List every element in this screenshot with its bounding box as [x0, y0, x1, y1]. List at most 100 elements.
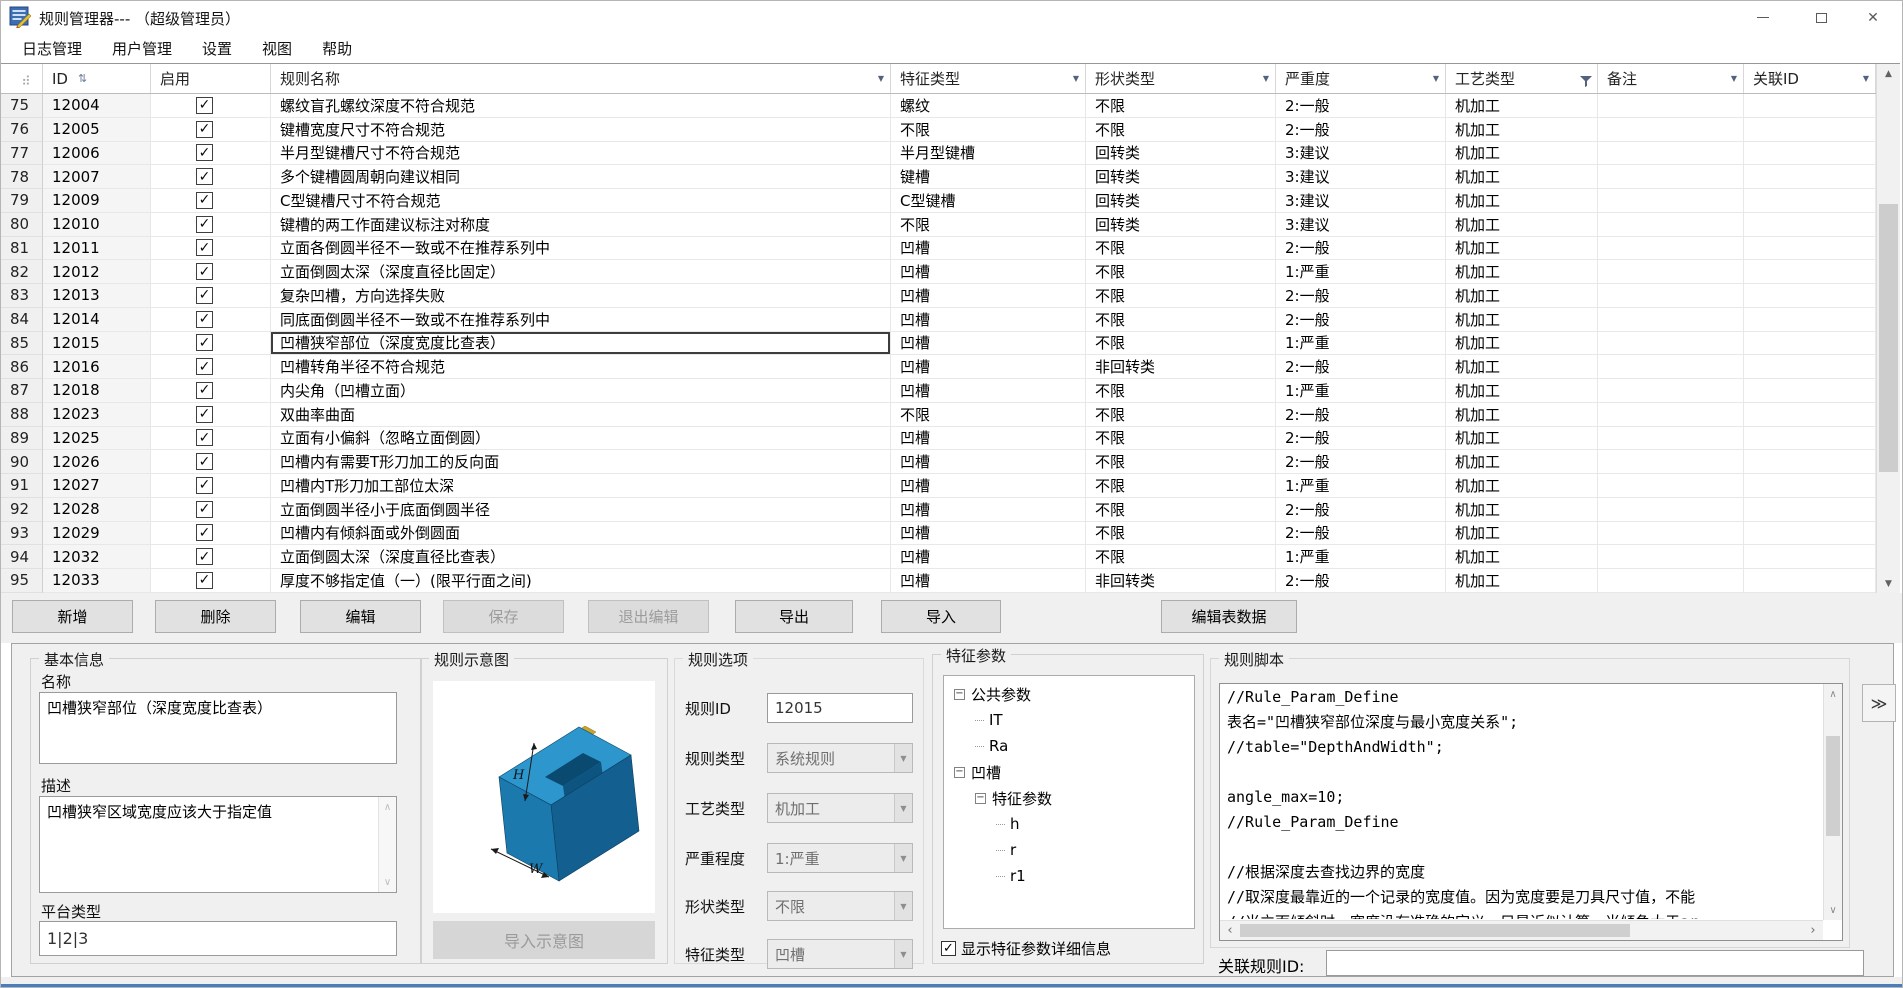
enabled-checkbox[interactable]: ✓ [196, 239, 213, 256]
cell-severity[interactable]: 1:严重 [1276, 545, 1446, 569]
column-header-enabled[interactable]: 启用 [151, 64, 271, 93]
cell-name[interactable]: 凹槽转角半径不符合规范 [271, 355, 891, 379]
enabled-checkbox[interactable]: ✓ [196, 287, 213, 304]
cell-num[interactable]: 88 [1, 403, 43, 427]
enabled-checkbox[interactable]: ✓ [196, 429, 213, 446]
cell-remark[interactable] [1598, 94, 1744, 118]
cell-enabled[interactable]: ✓ [151, 189, 271, 213]
cell-name[interactable]: 键槽宽度尺寸不符合规范 [271, 118, 891, 142]
cell-shape[interactable]: 不限 [1086, 308, 1276, 332]
cell-name[interactable]: 凹槽内T形刀加工部位太深 [271, 474, 891, 498]
cell-id[interactable]: 12032 [43, 545, 151, 569]
cell-remark[interactable] [1598, 118, 1744, 142]
script-hscroll-thumb[interactable] [1240, 924, 1630, 937]
cell-severity[interactable]: 2:一般 [1276, 94, 1446, 118]
rule-id-field[interactable]: 12015 [767, 693, 913, 723]
filter-dropdown-icon[interactable]: ▼ [1263, 74, 1269, 83]
cell-severity[interactable]: 2:一般 [1276, 569, 1446, 593]
cell-remark[interactable] [1598, 213, 1744, 237]
cell-remark[interactable] [1598, 189, 1744, 213]
cell-feature[interactable]: 凹槽 [891, 427, 1086, 451]
cell-id[interactable]: 12006 [43, 142, 151, 166]
cell-id[interactable]: 12018 [43, 379, 151, 403]
cell-name[interactable]: 凹槽内有需要T形刀加工的反向面 [271, 450, 891, 474]
column-header-related[interactable]: 关联ID▼ [1744, 64, 1876, 93]
cell-remark[interactable] [1598, 545, 1744, 569]
cell-enabled[interactable]: ✓ [151, 355, 271, 379]
cell-feature[interactable]: 凹槽 [891, 450, 1086, 474]
enabled-checkbox[interactable]: ✓ [196, 477, 213, 494]
cell-shape[interactable]: 不限 [1086, 332, 1276, 356]
cell-enabled[interactable]: ✓ [151, 545, 271, 569]
cell-related[interactable] [1744, 213, 1876, 237]
cell-num[interactable]: 81 [1, 237, 43, 261]
cell-process[interactable]: 机加工 [1446, 332, 1598, 356]
enabled-checkbox[interactable]: ✓ [196, 121, 213, 138]
cell-feature[interactable]: 凹槽 [891, 569, 1086, 593]
cell-severity[interactable]: 1:严重 [1276, 332, 1446, 356]
cell-shape[interactable]: 不限 [1086, 260, 1276, 284]
script-horizontal-scrollbar[interactable]: ‹ › [1220, 920, 1823, 940]
cell-remark[interactable] [1598, 284, 1744, 308]
cell-shape[interactable]: 不限 [1086, 545, 1276, 569]
grid-vertical-scrollbar[interactable]: ▲ ▼ [1876, 64, 1900, 594]
tree-collapse-icon[interactable]: − [954, 689, 965, 700]
enabled-checkbox[interactable]: ✓ [196, 358, 213, 375]
filter-funnel-icon[interactable] [1580, 73, 1592, 91]
cell-name[interactable]: 厚度不够指定值（一）(限平行面之间) [271, 569, 891, 593]
cell-name[interactable]: 内尖角（凹槽立面） [271, 379, 891, 403]
cell-severity[interactable]: 1:严重 [1276, 474, 1446, 498]
cell-related[interactable] [1744, 94, 1876, 118]
cell-feature[interactable]: 凹槽 [891, 260, 1086, 284]
cell-remark[interactable] [1598, 379, 1744, 403]
minimize-button[interactable] [1740, 1, 1786, 34]
cell-process[interactable]: 机加工 [1446, 569, 1598, 593]
column-header-num[interactable]: ⣴ [1, 64, 43, 93]
cell-feature[interactable]: 凹槽 [891, 379, 1086, 403]
cell-remark[interactable] [1598, 403, 1744, 427]
grid-scrollbar-thumb[interactable] [1879, 204, 1898, 472]
name-field[interactable]: 凹槽狭窄部位（深度宽度比查表） [39, 692, 397, 764]
filter-dropdown-icon[interactable]: ▼ [878, 74, 884, 83]
cell-severity[interactable]: 2:一般 [1276, 403, 1446, 427]
cell-name[interactable]: 立面各倒圆半径不一致或不在推荐系列中 [271, 237, 891, 261]
cell-severity[interactable]: 3:建议 [1276, 213, 1446, 237]
cell-feature[interactable]: 凹槽 [891, 545, 1086, 569]
cell-remark[interactable] [1598, 142, 1744, 166]
cell-shape[interactable]: 不限 [1086, 118, 1276, 142]
close-button[interactable]: ✕ [1850, 1, 1896, 34]
menu-item-3[interactable]: 视图 [247, 34, 307, 63]
cell-related[interactable] [1744, 450, 1876, 474]
cell-related[interactable] [1744, 189, 1876, 213]
cell-enabled[interactable]: ✓ [151, 332, 271, 356]
enabled-checkbox[interactable]: ✓ [196, 263, 213, 280]
selected-cell-name[interactable]: 凹槽狭窄部位（深度宽度比查表） [271, 332, 891, 356]
script-vscroll-thumb[interactable] [1826, 736, 1840, 836]
cell-related[interactable] [1744, 260, 1876, 284]
toolbar-button-7[interactable]: 编辑表数据 [1161, 600, 1297, 633]
cell-feature[interactable]: 凹槽 [891, 308, 1086, 332]
cell-id[interactable]: 12014 [43, 308, 151, 332]
enabled-checkbox[interactable]: ✓ [196, 453, 213, 470]
cell-shape[interactable]: 不限 [1086, 498, 1276, 522]
cell-feature[interactable]: 半月型键槽 [891, 142, 1086, 166]
cell-num[interactable]: 92 [1, 498, 43, 522]
cell-num[interactable]: 89 [1, 427, 43, 451]
cell-shape[interactable]: 不限 [1086, 450, 1276, 474]
cell-process[interactable]: 机加工 [1446, 284, 1598, 308]
cell-severity[interactable]: 3:建议 [1276, 142, 1446, 166]
cell-process[interactable]: 机加工 [1446, 379, 1598, 403]
cell-num[interactable]: 87 [1, 379, 43, 403]
cell-process[interactable]: 机加工 [1446, 355, 1598, 379]
cell-related[interactable] [1744, 427, 1876, 451]
tree-collapse-icon[interactable]: − [975, 793, 986, 804]
cell-related[interactable] [1744, 498, 1876, 522]
scroll-left-icon[interactable]: ‹ [1222, 921, 1238, 940]
cell-process[interactable]: 机加工 [1446, 213, 1598, 237]
scroll-up-icon[interactable]: ∧ [1824, 686, 1842, 702]
filter-dropdown-icon[interactable]: ▼ [1073, 74, 1079, 83]
cell-related[interactable] [1744, 118, 1876, 142]
cell-related[interactable] [1744, 284, 1876, 308]
cell-related[interactable] [1744, 522, 1876, 546]
enabled-checkbox[interactable]: ✓ [196, 311, 213, 328]
